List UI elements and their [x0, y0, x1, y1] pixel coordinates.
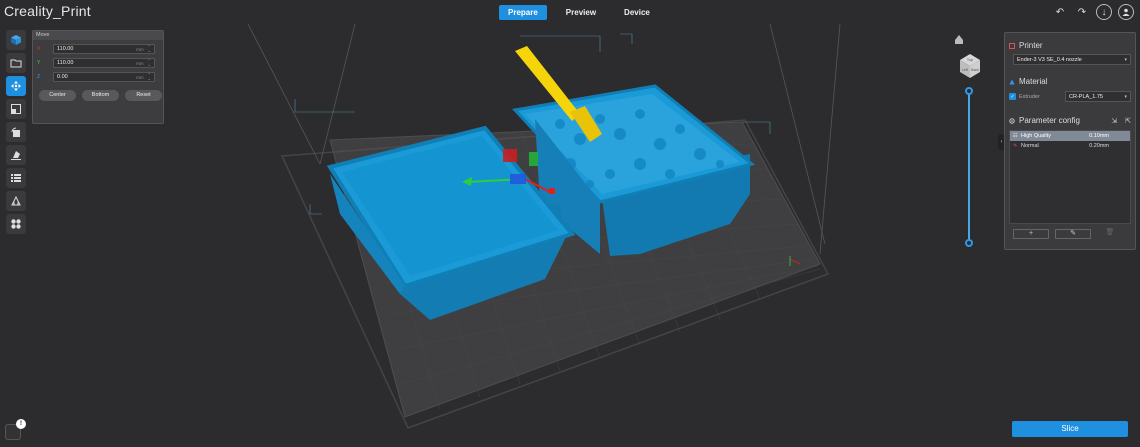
extruder-row: ✓ Extruder CR-PLA_1.75 ▾ [1009, 91, 1131, 102]
z-position-field[interactable]: 0.00 mm ⌃ ⌄ [53, 72, 155, 82]
extruder-checkbox[interactable]: ✓ [1009, 93, 1016, 100]
message-log-button[interactable]: ! [5, 419, 26, 440]
profile-row[interactable]: ☷ High Quality 0.10mm [1010, 131, 1130, 141]
profile-list: ☷ High Quality 0.10mm ✎ Normal 0.20mm [1009, 130, 1131, 224]
edit-profile-button[interactable]: ✎ [1055, 229, 1091, 239]
user-icon[interactable] [1118, 4, 1134, 20]
z-axis-label: Z [37, 74, 41, 80]
app-window: Creality_Print Prepare Preview Device ↶ … [0, 0, 1140, 447]
redo-icon[interactable]: ↷ [1074, 4, 1090, 20]
printer-icon [1009, 42, 1015, 49]
x-value: 110.00 [57, 46, 74, 52]
add-profile-button[interactable]: + [1013, 229, 1049, 239]
add-object-icon[interactable] [6, 30, 26, 50]
move-icon[interactable] [6, 76, 26, 96]
notification-badge: ! [16, 419, 26, 429]
arrange-icon[interactable] [6, 214, 26, 234]
layer-slider[interactable] [965, 87, 973, 247]
tab-device[interactable]: Device [615, 5, 659, 20]
printer-select[interactable]: Ender-3 V3 SE_0.4 nozzle ▾ [1013, 54, 1131, 65]
y-unit: mm [136, 60, 144, 66]
title-bar: Creality_Print Prepare Preview Device ↶ … [0, 0, 1140, 24]
open-file-icon[interactable] [6, 53, 26, 73]
home-icon[interactable] [955, 35, 963, 44]
material-selected: CR-PLA_1.75 [1069, 94, 1103, 100]
parameter-config-actions: ⇲ ⇱ [1111, 117, 1131, 125]
bottom-button[interactable]: Bottom [82, 90, 119, 101]
import-icon[interactable]: ⇲ [1111, 117, 1117, 125]
center-button[interactable]: Center [39, 90, 76, 101]
settings-panel: Printer Ender-3 V3 SE_0.4 nozzle ▾ Mater… [1004, 32, 1136, 250]
reset-button[interactable]: Reset [125, 90, 162, 101]
lay-flat-icon[interactable] [6, 145, 26, 165]
undo-icon[interactable]: ↶ [1052, 4, 1068, 20]
z-stepper[interactable]: ⌃ ⌄ [148, 73, 151, 81]
material-title: Material [1019, 77, 1048, 86]
app-title: Creality_Print [4, 3, 91, 19]
slider-track [968, 90, 970, 244]
top-right-actions: ↶ ↷ ↓ [1052, 4, 1134, 20]
material-icon [1009, 79, 1015, 84]
nav-cube-top: Top [967, 57, 974, 62]
support-icon[interactable] [6, 191, 26, 211]
download-icon[interactable]: ↓ [1096, 4, 1112, 20]
y-axis-label: Y [37, 60, 41, 66]
move-panel: Move X 110.00 mm ⌃ ⌄ Y 110.00 mm ⌃ ⌄ Z 0.0… [32, 30, 164, 124]
normal-profile-icon: ✎ [1013, 143, 1018, 149]
nav-cube[interactable]: Top Left Back [960, 54, 980, 78]
tab-preview[interactable]: Preview [557, 5, 605, 20]
split-icon[interactable] [6, 168, 26, 188]
move-x-row: X 110.00 mm ⌃ ⌄ [37, 44, 155, 54]
slice-button[interactable]: Slice [1012, 421, 1128, 437]
printer-section-title: Printer [1009, 41, 1135, 50]
left-toolbar [6, 30, 26, 237]
move-buttons: Center Bottom Reset [39, 90, 163, 101]
rotate-icon[interactable] [6, 122, 26, 142]
settings-icon [1009, 117, 1015, 124]
x-axis-label: X [37, 46, 41, 52]
move-z-row: Z 0.00 mm ⌃ ⌄ [37, 72, 155, 82]
mode-tabs: Prepare Preview Device [499, 5, 659, 20]
nav-cube-right: Back [971, 68, 979, 72]
delete-profile-button[interactable]: 🗑 [1097, 229, 1123, 239]
slider-bottom-handle[interactable] [965, 239, 973, 247]
extruder-label: Extruder [1019, 93, 1040, 100]
profile-layer-height: 0.20mm [1089, 143, 1109, 149]
chevron-down-icon: ▾ [1124, 57, 1127, 63]
nav-cube-left: Left [962, 68, 968, 72]
x-unit: mm [136, 46, 144, 52]
printer-title: Printer [1019, 41, 1043, 50]
profile-actions: + ✎ 🗑 [1013, 229, 1135, 239]
quality-icon: ☷ [1013, 133, 1018, 139]
material-section-title: Material [1009, 77, 1135, 86]
view-navigation: Top Left Back [950, 30, 990, 90]
profile-name: Normal [1021, 143, 1039, 149]
parameter-config-header: Parameter config ⇲ ⇱ [1009, 116, 1131, 125]
material-select[interactable]: CR-PLA_1.75 ▾ [1065, 91, 1131, 102]
slider-top-handle[interactable] [965, 87, 973, 95]
z-unit: mm [136, 74, 144, 80]
move-panel-title: Move [33, 31, 163, 40]
y-value: 110.00 [57, 60, 74, 66]
parameter-config-title: Parameter config [1019, 116, 1080, 125]
scale-icon[interactable] [6, 99, 26, 119]
profile-name: High Quality [1021, 133, 1051, 139]
profile-layer-height: 0.10mm [1089, 133, 1109, 139]
export-icon[interactable]: ⇱ [1125, 117, 1131, 125]
y-position-field[interactable]: 110.00 mm ⌃ ⌄ [53, 58, 155, 68]
y-stepper[interactable]: ⌃ ⌄ [148, 59, 151, 67]
x-position-field[interactable]: 110.00 mm ⌃ ⌄ [53, 44, 155, 54]
profile-row[interactable]: ✎ Normal 0.20mm [1010, 141, 1130, 151]
x-stepper[interactable]: ⌃ ⌄ [148, 45, 151, 53]
tab-prepare[interactable]: Prepare [499, 5, 547, 20]
z-value: 0.00 [57, 74, 68, 80]
chevron-down-icon: ▾ [1124, 94, 1127, 100]
move-y-row: Y 110.00 mm ⌃ ⌄ [37, 58, 155, 68]
printer-selected: Ender-3 V3 SE_0.4 nozzle [1017, 57, 1082, 63]
